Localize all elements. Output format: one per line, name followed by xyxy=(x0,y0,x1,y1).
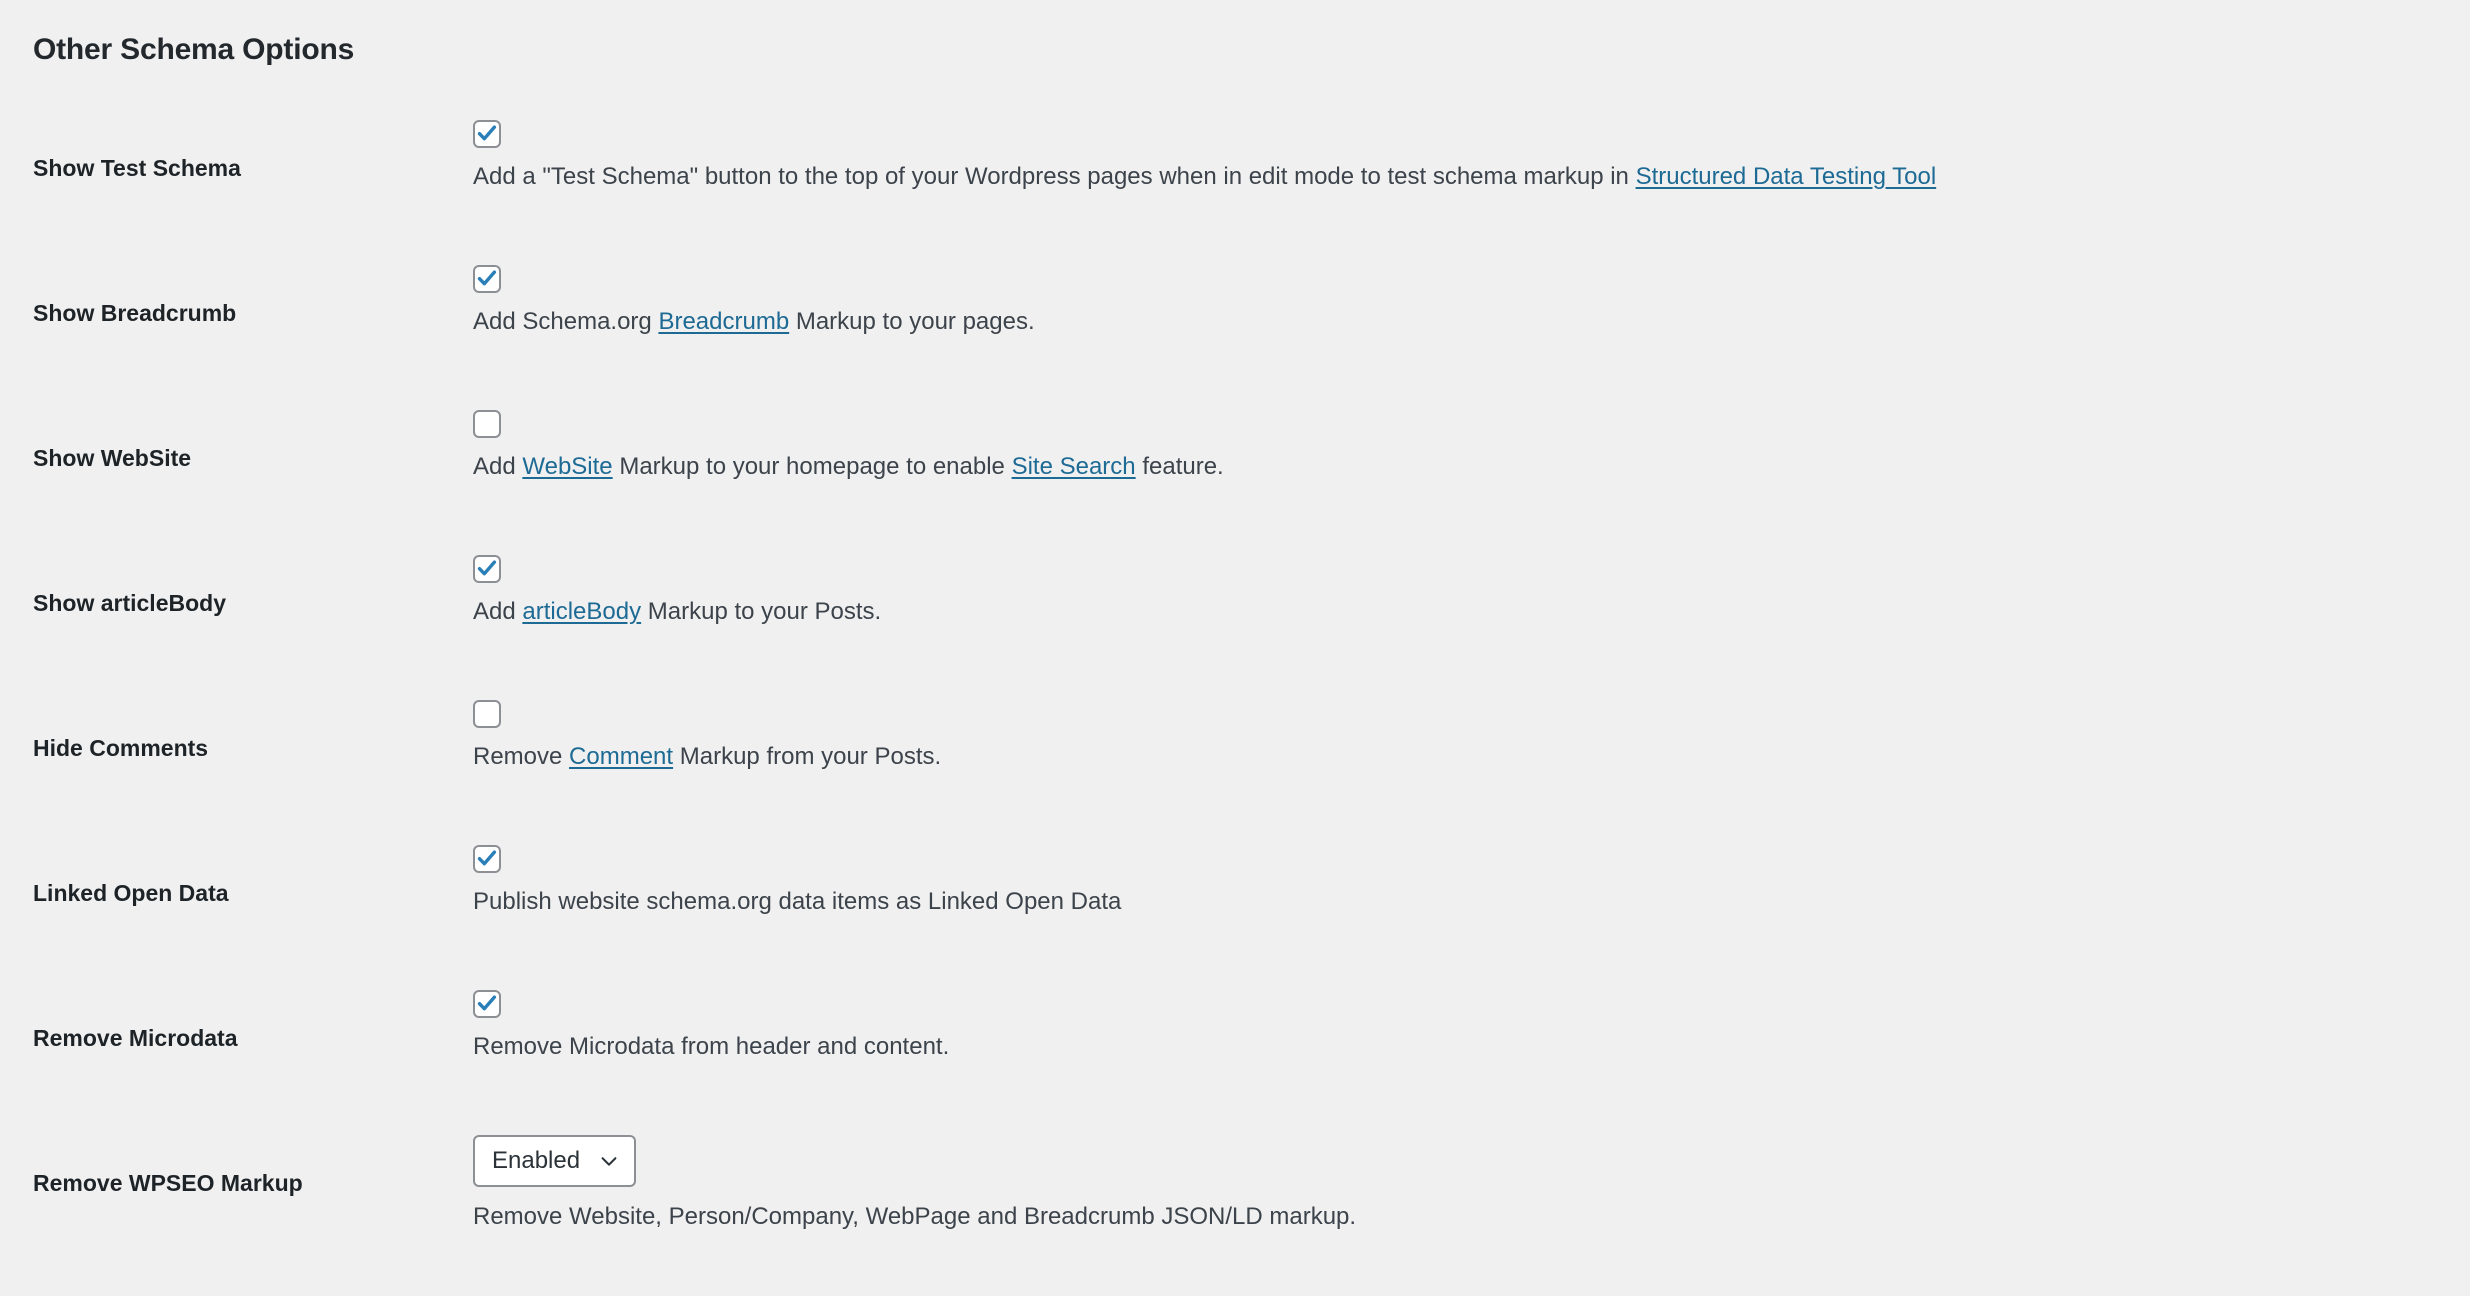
checkbox-hide-comments[interactable] xyxy=(473,700,501,728)
description-fragment: Publish website schema.org data items as… xyxy=(473,888,1122,915)
description-fragment: Remove Microdata from header and content… xyxy=(473,1033,950,1060)
description-fragment: Add a "Test Schema" button to the top of… xyxy=(473,163,1636,190)
setting-row-linked-open-data: Linked Open Data Publish website schema.o… xyxy=(0,845,2470,990)
setting-label-show-test-schema: Show Test Schema xyxy=(33,155,241,181)
select-wrapper-remove-wpseo-markup: Enabled xyxy=(473,1135,637,1187)
chevron-down-icon xyxy=(598,1150,620,1172)
link-website[interactable]: WebSite xyxy=(522,453,612,480)
description-text: Remove Comment Markup from your Posts. xyxy=(473,741,2450,773)
link-structured-data-testing-tool[interactable]: Structured Data Testing Tool xyxy=(1636,163,1937,190)
description-text: Remove Microdata from header and content… xyxy=(473,1031,2450,1063)
link-breadcrumb[interactable]: Breadcrumb xyxy=(658,308,789,335)
select-value: Enabled xyxy=(492,1147,581,1174)
setting-label-linked-open-data: Linked Open Data xyxy=(33,880,229,906)
setting-row-show-articlebody: Show articleBody Add articleBody Markup t… xyxy=(0,555,2470,700)
description-text: Add Schema.org Breadcrumb Markup to your… xyxy=(473,306,2450,338)
setting-row-show-test-schema: Show Test Schema Add a "Test Schema" butt… xyxy=(0,120,2470,265)
setting-label-show-website: Show WebSite xyxy=(33,445,192,471)
other-schema-options-panel: Other Schema Options Show Test Schema Add… xyxy=(0,0,2470,1296)
description-fragment: Add xyxy=(473,598,523,625)
description-fragment: Markup to your pages. xyxy=(789,308,1035,335)
description-text: Add WebSite Markup to your homepage to e… xyxy=(473,451,2450,483)
page-title: Other Schema Options xyxy=(33,33,355,66)
description-text: Add a "Test Schema" button to the top of… xyxy=(473,161,2450,193)
description-fragment: Remove Website, Person/Company, WebPage … xyxy=(473,1203,1357,1230)
setting-label-show-breadcrumb: Show Breadcrumb xyxy=(33,300,237,326)
link-articlebody[interactable]: articleBody xyxy=(522,598,641,625)
setting-label-hide-comments: Hide Comments xyxy=(33,735,209,761)
description-fragment: Add xyxy=(473,453,523,480)
setting-row-remove-wpseo-markup: Remove WPSEO Markup Enabled Remove Website… xyxy=(0,1135,2470,1280)
setting-label-show-articlebody: Show articleBody xyxy=(33,590,226,616)
setting-label-remove-wpseo-markup: Remove WPSEO Markup xyxy=(33,1170,303,1196)
setting-control-show-test-schema: Add a "Test Schema" button to the top of… xyxy=(473,120,2450,193)
setting-row-show-breadcrumb: Show Breadcrumb Add Schema.org Breadcrumb… xyxy=(0,265,2470,410)
checkbox-show-breadcrumb[interactable] xyxy=(473,265,501,293)
check-icon xyxy=(475,847,499,871)
description-fragment: feature. xyxy=(1135,453,1224,480)
setting-control-remove-microdata: Remove Microdata from header and content… xyxy=(473,990,2450,1063)
description-text: Add articleBody Markup to your Posts. xyxy=(473,596,2450,628)
setting-control-show-articlebody: Add articleBody Markup to your Posts. xyxy=(473,555,2450,628)
setting-control-linked-open-data: Publish website schema.org data items as… xyxy=(473,845,2450,918)
checkbox-show-articlebody[interactable] xyxy=(473,555,501,583)
description-text: Remove Website, Person/Company, WebPage … xyxy=(473,1201,2450,1233)
check-icon xyxy=(475,267,499,291)
description-fragment: Markup to your homepage to enable xyxy=(612,453,1012,480)
setting-control-hide-comments: Remove Comment Markup from your Posts. xyxy=(473,700,2450,773)
check-icon xyxy=(475,992,499,1016)
checkbox-show-website[interactable] xyxy=(473,410,501,438)
link-comment[interactable]: Comment xyxy=(569,743,673,770)
setting-control-show-breadcrumb: Add Schema.org Breadcrumb Markup to your… xyxy=(473,265,2450,338)
description-fragment: Markup to your Posts. xyxy=(641,598,882,625)
setting-label-remove-microdata: Remove Microdata xyxy=(33,1025,238,1051)
settings-rows: Show Test Schema Add a "Test Schema" butt… xyxy=(0,120,2470,1280)
setting-control-show-website: Add WebSite Markup to your homepage to e… xyxy=(473,410,2450,483)
description-fragment: Add Schema.org xyxy=(473,308,659,335)
select-remove-wpseo-markup[interactable]: Enabled xyxy=(473,1135,637,1187)
check-icon xyxy=(475,557,499,581)
description-text: Publish website schema.org data items as… xyxy=(473,886,2450,918)
setting-control-remove-wpseo-markup: Enabled Remove Website, Person/Company, W… xyxy=(473,1135,2450,1233)
description-fragment: Markup from your Posts. xyxy=(673,743,942,770)
checkbox-remove-microdata[interactable] xyxy=(473,990,501,1018)
checkbox-linked-open-data[interactable] xyxy=(473,845,501,873)
check-icon xyxy=(475,122,499,146)
setting-row-remove-microdata: Remove Microdata Remove Microdata from he… xyxy=(0,990,2470,1135)
description-fragment: Remove xyxy=(473,743,570,770)
checkbox-show-test-schema[interactable] xyxy=(473,120,501,148)
setting-row-show-website: Show WebSite Add WebSite Markup to your h… xyxy=(0,410,2470,555)
setting-row-hide-comments: Hide Comments Remove Comment Markup from … xyxy=(0,700,2470,845)
link-site-search[interactable]: Site Search xyxy=(1012,453,1136,480)
